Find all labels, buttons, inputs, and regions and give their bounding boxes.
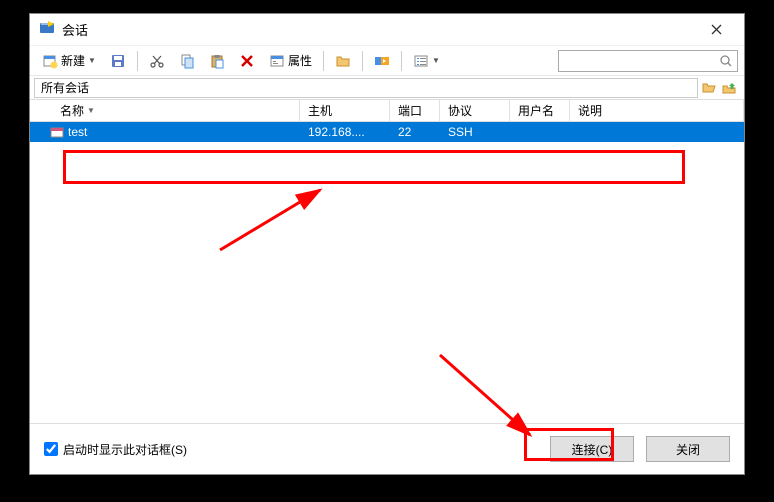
- view-icon: [413, 53, 429, 69]
- column-header-name[interactable]: 名称 ▼: [30, 100, 300, 121]
- session-dialog: 会话 新建 ▼ 属性: [29, 13, 745, 475]
- dropdown-arrow-icon: ▼: [432, 56, 440, 65]
- cut-icon: [149, 53, 165, 69]
- save-button[interactable]: [104, 49, 132, 73]
- column-header-username[interactable]: 用户名: [510, 100, 570, 121]
- separator: [137, 51, 138, 71]
- session-protocol: SSH: [440, 125, 510, 139]
- up-icon: [722, 81, 736, 95]
- column-header-protocol[interactable]: 协议: [440, 100, 510, 121]
- separator: [401, 51, 402, 71]
- path-open-button[interactable]: [700, 79, 718, 97]
- close-window-button[interactable]: [696, 16, 736, 44]
- new-folder-button[interactable]: [329, 49, 357, 73]
- session-row[interactable]: test 192.168.... 22 SSH: [30, 122, 744, 142]
- bottom-bar: 启动时显示此对话框(S) 连接(C) 关闭: [30, 424, 744, 474]
- delete-icon: [239, 53, 255, 69]
- folder-open-icon: [702, 81, 716, 95]
- app-icon: [38, 19, 56, 40]
- quick-connect-button[interactable]: [368, 49, 396, 73]
- cut-button[interactable]: [143, 49, 171, 73]
- dropdown-arrow-icon: ▼: [88, 56, 96, 65]
- view-button[interactable]: ▼: [407, 49, 446, 73]
- save-icon: [110, 53, 126, 69]
- session-host: 192.168....: [300, 125, 390, 139]
- properties-button[interactable]: 属性: [263, 48, 318, 73]
- sort-arrow-icon: ▼: [87, 106, 95, 115]
- path-bar: 所有会话: [30, 76, 744, 100]
- new-session-button[interactable]: 新建 ▼: [36, 48, 102, 73]
- column-headers: 名称 ▼ 主机 端口 协议 用户名 说明: [30, 100, 744, 122]
- column-header-port[interactable]: 端口: [390, 100, 440, 121]
- delete-button[interactable]: [233, 49, 261, 73]
- copy-button[interactable]: [173, 49, 201, 73]
- quick-icon: [374, 53, 390, 69]
- show-on-startup-checkbox[interactable]: 启动时显示此对话框(S): [44, 441, 187, 458]
- search-icon: [719, 54, 733, 68]
- path-value: 所有会话: [41, 79, 89, 96]
- properties-label: 属性: [288, 52, 312, 69]
- search-input[interactable]: [563, 54, 719, 68]
- paste-button[interactable]: [203, 49, 231, 73]
- copy-icon: [179, 53, 195, 69]
- properties-icon: [269, 53, 285, 69]
- column-header-host[interactable]: 主机: [300, 100, 390, 121]
- folder-icon: [335, 53, 351, 69]
- session-icon: [50, 125, 64, 139]
- path-field[interactable]: 所有会话: [34, 78, 698, 98]
- connect-button[interactable]: 连接(C): [550, 436, 634, 462]
- startup-checkbox-input[interactable]: [44, 442, 58, 456]
- titlebar: 会话: [30, 14, 744, 46]
- startup-checkbox-label: 启动时显示此对话框(S): [63, 441, 187, 458]
- session-list[interactable]: test 192.168.... 22 SSH: [30, 122, 744, 424]
- separator: [323, 51, 324, 71]
- close-button[interactable]: 关闭: [646, 436, 730, 462]
- separator: [362, 51, 363, 71]
- path-up-button[interactable]: [720, 79, 738, 97]
- toolbar: 新建 ▼ 属性 ▼: [30, 46, 744, 76]
- column-header-description[interactable]: 说明: [570, 100, 744, 121]
- new-icon: [42, 53, 58, 69]
- paste-icon: [209, 53, 225, 69]
- search-box[interactable]: [558, 50, 738, 72]
- session-name: test: [68, 125, 87, 139]
- window-title: 会话: [62, 20, 696, 39]
- new-label: 新建: [61, 52, 85, 69]
- session-port: 22: [390, 125, 440, 139]
